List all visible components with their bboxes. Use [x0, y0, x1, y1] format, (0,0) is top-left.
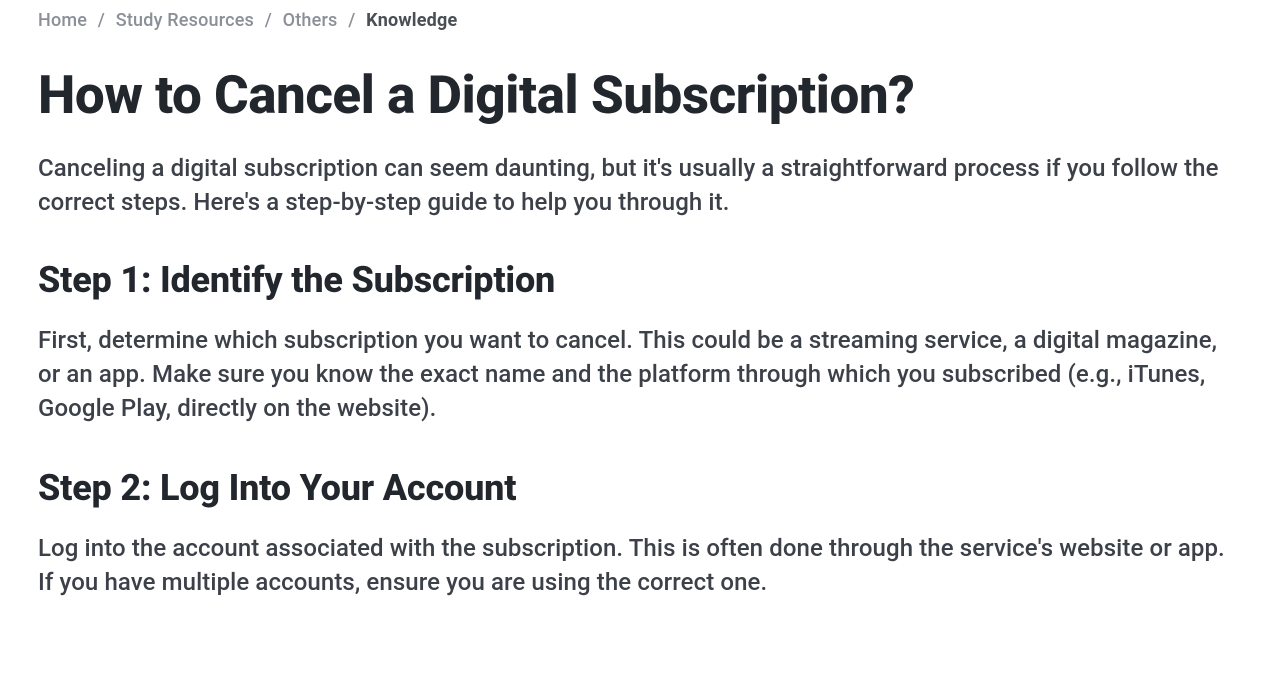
article-intro: Canceling a digital subscription can see… [38, 152, 1242, 219]
breadcrumb-separator: / [265, 10, 272, 31]
breadcrumb: Home / Study Resources / Others / Knowle… [38, 10, 1242, 31]
breadcrumb-item-others[interactable]: Others [283, 10, 338, 31]
step-1-heading: Step 1: Identify the Subscription [38, 259, 1242, 301]
step-2-heading: Step 2: Log Into Your Account [38, 467, 1242, 509]
breadcrumb-item-home[interactable]: Home [38, 10, 87, 31]
breadcrumb-current: Knowledge [366, 10, 457, 31]
step-2-body: Log into the account associated with the… [38, 531, 1242, 599]
page-title: How to Cancel a Digital Subscription? [38, 65, 1242, 126]
breadcrumb-separator: / [348, 10, 355, 31]
breadcrumb-item-study-resources[interactable]: Study Resources [116, 10, 254, 31]
breadcrumb-separator: / [98, 10, 105, 31]
step-1-body: First, determine which subscription you … [38, 323, 1242, 425]
